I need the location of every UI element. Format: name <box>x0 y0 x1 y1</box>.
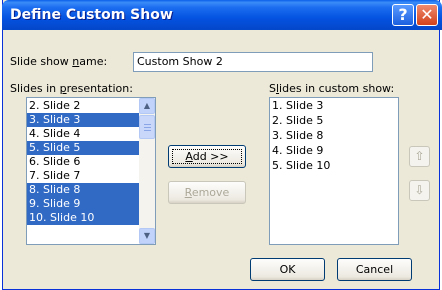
presentation-slide-item[interactable]: 6. Slide 6 <box>27 155 139 169</box>
presentation-slide-item[interactable]: 9. Slide 9 <box>27 197 139 211</box>
custom-show-slide-item[interactable]: 4. Slide 9 <box>270 143 398 158</box>
vertical-scrollbar[interactable]: ▲ ▼ <box>139 98 155 244</box>
ok-button[interactable]: OK <box>250 258 325 281</box>
cancel-button[interactable]: Cancel <box>337 258 412 281</box>
scroll-thumb[interactable] <box>139 115 155 139</box>
remove-button[interactable]: Remove <box>168 181 246 204</box>
slides-in-presentation-label: Slides in presentation: <box>10 82 133 95</box>
custom-show-slide-item[interactable]: 2. Slide 5 <box>270 113 398 128</box>
add-button[interactable]: Add >> <box>168 145 246 168</box>
title-bar: Define Custom Show ? ✕ <box>2 0 442 30</box>
custom-show-slide-item[interactable]: 3. Slide 8 <box>270 128 398 143</box>
custom-show-slide-item[interactable]: 1. Slide 3 <box>270 98 398 113</box>
slides-in-custom-show-list[interactable]: 1. Slide 3 2. Slide 5 3. Slide 8 4. Slide 9… <box>269 97 399 245</box>
presentation-slide-item[interactable]: 5. Slide 5 <box>27 141 139 155</box>
presentation-slide-item[interactable]: 2. Slide 2 <box>27 99 139 113</box>
slide-show-name-label: Slide show name: <box>10 55 108 68</box>
custom-show-slide-item[interactable]: 5. Slide 10 <box>270 158 398 173</box>
move-up-icon[interactable]: ⇧ <box>409 146 430 167</box>
presentation-slide-item[interactable]: 4. Slide 4 <box>27 127 139 141</box>
presentation-slide-item[interactable]: 7. Slide 7 <box>27 169 139 183</box>
dialog-title: Define Custom Show <box>10 7 173 23</box>
scroll-up-icon[interactable]: ▲ <box>139 98 155 114</box>
define-custom-show-dialog: Define Custom Show ? ✕ Slide show name: … <box>2 0 442 290</box>
slides-in-presentation-list[interactable]: 2. Slide 2 3. Slide 3 4. Slide 4 5. Slide 5… <box>26 97 156 245</box>
presentation-slide-item[interactable]: 8. Slide 8 <box>27 183 139 197</box>
presentation-slide-item[interactable]: 10. Slide 10 <box>27 211 139 225</box>
slides-in-custom-show-label: Slides in custom show: <box>269 82 395 95</box>
move-down-icon[interactable]: ⇩ <box>409 180 430 201</box>
help-button[interactable]: ? <box>392 4 414 26</box>
close-button[interactable]: ✕ <box>416 4 438 26</box>
slide-show-name-input[interactable]: Custom Show 2 <box>133 52 373 72</box>
presentation-slide-item[interactable]: 3. Slide 3 <box>27 113 139 127</box>
scroll-down-icon[interactable]: ▼ <box>139 228 155 244</box>
